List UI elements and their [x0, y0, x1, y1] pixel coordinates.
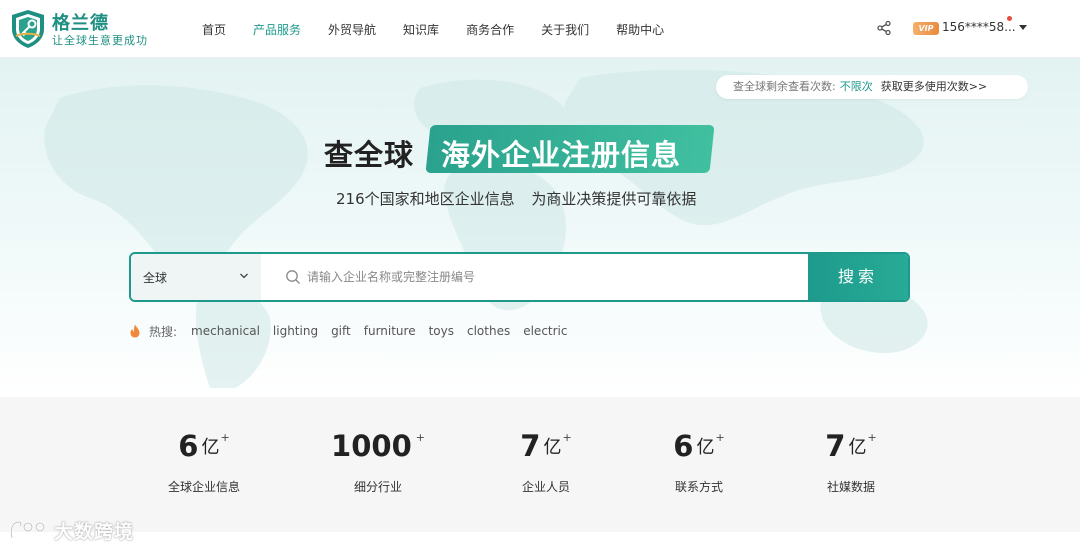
vip-badge: VIP — [913, 22, 939, 35]
stat-label: 社媒数据 — [826, 480, 875, 494]
stat-label: 细分行业 — [353, 480, 402, 494]
stat-value: 1000 — [331, 429, 412, 463]
top-header: 格兰德 让全球生意更成功 首页 产品服务 外贸导航 知识库 商务合作 关于我们 … — [0, 0, 1080, 58]
stat-item: 7 亿 + 企业人员 — [476, 429, 616, 495]
hot-search-tag[interactable]: clothes — [467, 324, 510, 338]
nav-item-help-center[interactable]: 帮助中心 — [616, 21, 664, 38]
hero-title: 海外企业注册信息 — [441, 138, 682, 172]
hot-search-tag[interactable]: lighting — [273, 324, 318, 338]
stat-item: 6 亿 + 全球企业信息 — [134, 429, 274, 495]
watermark: 大数跨境 — [8, 516, 134, 544]
stat-value: 6 — [178, 429, 199, 463]
region-value: 全球 — [143, 271, 168, 285]
nav-item-products[interactable]: 产品服务 — [253, 21, 301, 38]
stat-plus: + — [562, 431, 572, 444]
hero-section: 查全球剩余查看次数: 不限次 获取更多使用次数>> 查全球 海外企业注册信息 216… — [0, 58, 1080, 396]
get-more-quota-link[interactable]: 获取更多使用次数>> — [881, 80, 987, 93]
nav-item-home[interactable]: 首页 — [202, 21, 226, 38]
stat-item: 1000 + 细分行业 — [308, 429, 448, 495]
chevron-down-icon[interactable] — [1019, 25, 1027, 30]
stat-unit: 亿 — [543, 437, 562, 458]
share-icon[interactable] — [876, 20, 892, 36]
stat-label: 全球企业信息 — [167, 480, 240, 494]
stat-label: 企业人员 — [521, 480, 570, 494]
hot-search-tag[interactable]: electric — [523, 324, 567, 338]
quota-label: 查全球剩余查看次数: — [733, 80, 836, 93]
quota-value: 不限次 — [839, 80, 873, 93]
search-button[interactable]: 搜索 — [808, 254, 908, 300]
hot-search-label: 热搜: — [149, 324, 178, 339]
search-icon — [286, 270, 300, 284]
hot-search-tag[interactable]: furniture — [364, 324, 416, 338]
nav-item-knowledge-base[interactable]: 知识库 — [403, 21, 439, 38]
stat-value: 6 — [673, 429, 694, 463]
notification-dot — [1007, 16, 1012, 21]
stat-unit: 亿 — [201, 437, 220, 458]
brand-logo[interactable]: 格兰德 让全球生意更成功 — [10, 9, 170, 49]
search-bar: 全球 搜索 — [129, 252, 910, 302]
fire-icon — [130, 324, 140, 338]
brand-slogan: 让全球生意更成功 — [52, 34, 148, 47]
stats-section: 6 亿 + 全球企业信息 1000 + 细分行业 7 亿 + 企业人员 6 亿 + 联系方式 … — [0, 397, 1080, 532]
quota-info: 查全球剩余查看次数: 不限次 获取更多使用次数>> — [716, 75, 1028, 99]
stat-plus: + — [415, 431, 425, 444]
nav-item-business-cooperation[interactable]: 商务合作 — [466, 21, 514, 38]
hot-search-tag[interactable]: toys — [429, 324, 454, 338]
stat-plus: + — [715, 431, 725, 444]
nav-item-trade-navigation[interactable]: 外贸导航 — [328, 21, 376, 38]
shield-key-icon — [12, 10, 44, 48]
user-account-phone[interactable]: 156****58... — [942, 20, 1016, 34]
region-select[interactable]: 全球 — [131, 254, 261, 300]
hot-search-tag[interactable]: mechanical — [191, 324, 260, 338]
hero-title-prefix: 查全球 — [324, 138, 415, 172]
hot-search-row: 热搜: mechanical lighting gift furniture t… — [129, 322, 581, 340]
chevron-down-icon — [240, 273, 248, 279]
stat-unit: 亿 — [848, 437, 867, 458]
stat-value: 7 — [825, 429, 846, 463]
nav-item-about-us[interactable]: 关于我们 — [541, 21, 589, 38]
stat-unit: 亿 — [696, 437, 715, 458]
hot-search-tag[interactable]: gift — [331, 324, 351, 338]
watermark-text: 大数跨境 — [54, 520, 135, 543]
stat-item: 7 亿 + 社媒数据 — [781, 429, 921, 495]
company-search-input[interactable] — [307, 262, 797, 292]
stat-label: 联系方式 — [674, 480, 723, 494]
stat-value: 7 — [520, 429, 541, 463]
hero-subtitle: 216个国家和地区企业信息 为商业决策提供可靠依据 — [336, 190, 697, 208]
stat-plus: + — [220, 431, 230, 444]
stat-item: 6 亿 + 联系方式 — [629, 429, 769, 495]
stat-plus: + — [867, 431, 877, 444]
watermark-logo-icon — [10, 520, 46, 539]
main-nav: 首页 产品服务 外贸导航 知识库 商务合作 关于我们 帮助中心 — [202, 0, 691, 58]
